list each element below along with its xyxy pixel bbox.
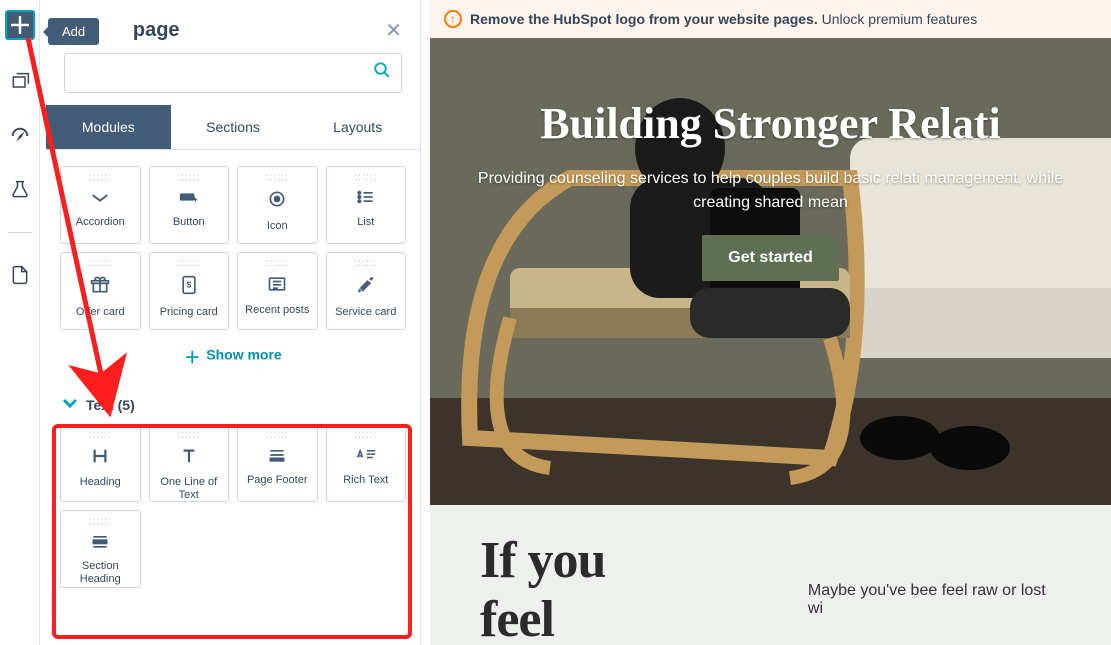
- module-label: Icon: [263, 220, 292, 233]
- chevron-down-icon: [89, 189, 111, 210]
- group-title: Text (5): [86, 397, 135, 413]
- module-accordion[interactable]: :::::: Accordion: [60, 166, 141, 244]
- module-button[interactable]: :::::: Button: [149, 166, 230, 244]
- hero-title: Building Stronger Relati: [470, 98, 1071, 149]
- layers-icon[interactable]: [8, 70, 32, 94]
- module-label: List: [353, 216, 378, 229]
- arrow-up-icon: ↑: [444, 10, 462, 28]
- hero-content: Building Stronger Relati Providing couns…: [430, 98, 1111, 281]
- module-label: Recent posts: [241, 304, 313, 317]
- upgrade-banner[interactable]: ↑ Remove the HubSpot logo from your webs…: [430, 0, 1111, 38]
- show-more-label: Show more: [206, 347, 281, 363]
- content-section: If you feel Maybe you've bee feel raw or…: [430, 505, 1111, 645]
- target-icon: [267, 189, 287, 214]
- rail-divider: [8, 232, 32, 233]
- module-one-line[interactable]: :::::: One Line of Text: [149, 424, 230, 502]
- svg-text:$: $: [186, 280, 191, 290]
- module-pricing-card[interactable]: :::::: $ Pricing card: [149, 252, 230, 330]
- section-body: Maybe you've bee feel raw or lost wi: [808, 582, 1061, 618]
- performance-icon[interactable]: [8, 124, 32, 148]
- heading-icon: [91, 447, 109, 470]
- tab-layouts[interactable]: Layouts: [295, 105, 420, 149]
- module-rich-text[interactable]: :::::: Rich Text: [326, 424, 407, 502]
- module-label: Heading: [76, 476, 125, 489]
- module-offer-card[interactable]: :::::: Offer card: [60, 252, 141, 330]
- gift-icon: [90, 275, 110, 300]
- module-page-footer[interactable]: :::::: Page Footer: [237, 424, 318, 502]
- module-label: One Line of Text: [150, 476, 229, 502]
- grip-icon: ::::::: [266, 431, 289, 441]
- news-icon: [267, 275, 287, 298]
- grip-icon: ::::::: [177, 259, 200, 269]
- module-label: Pricing card: [156, 306, 222, 319]
- grip-icon: ::::::: [89, 259, 112, 269]
- text-icon: [180, 447, 198, 470]
- page-preview: ↑ Remove the HubSpot logo from your webs…: [430, 0, 1111, 645]
- search-input[interactable]: [75, 65, 373, 81]
- rich-text-icon: [355, 447, 377, 468]
- module-label: Button: [169, 216, 209, 229]
- module-icon[interactable]: :::::: Icon: [237, 166, 318, 244]
- search-icon[interactable]: [373, 61, 391, 85]
- hero-section: Building Stronger Relati Providing couns…: [430, 38, 1111, 505]
- module-label: Service card: [331, 306, 400, 319]
- text-group-header[interactable]: Text (5): [62, 396, 406, 414]
- grip-icon: ::::::: [266, 259, 289, 269]
- grip-icon: ::::::: [354, 431, 377, 441]
- grip-icon: ::::::: [177, 431, 200, 441]
- list-icon: [356, 189, 376, 210]
- tab-sections[interactable]: Sections: [171, 105, 296, 149]
- tools-icon: [356, 275, 376, 300]
- panel-tabs: Modules Sections Layouts: [46, 105, 420, 150]
- file-icon[interactable]: [8, 263, 32, 287]
- tab-modules[interactable]: Modules: [46, 105, 171, 149]
- module-label: Offer card: [72, 306, 129, 319]
- module-section-heading[interactable]: :::::: Section Heading: [60, 510, 141, 588]
- left-rail: [0, 0, 40, 645]
- grip-icon: ::::::: [89, 173, 112, 183]
- grip-icon: ::::::: [266, 173, 289, 183]
- grip-icon: ::::::: [177, 173, 200, 183]
- modules-grid: :::::: Accordion :::::: Button :::::: Ic…: [60, 166, 406, 330]
- section-headline: If you feel: [480, 531, 688, 645]
- search-box[interactable]: [64, 53, 402, 93]
- grip-icon: ::::::: [89, 517, 112, 527]
- section-heading-icon: [90, 533, 110, 554]
- module-list[interactable]: :::::: List: [326, 166, 407, 244]
- button-icon: [178, 189, 200, 210]
- plus-icon: [11, 16, 29, 34]
- footer-icon: [267, 447, 287, 468]
- module-label: Rich Text: [339, 474, 392, 487]
- test-icon[interactable]: [8, 178, 32, 202]
- add-tooltip: Add: [48, 18, 99, 45]
- grip-icon: ::::::: [354, 259, 377, 269]
- module-label: Accordion: [72, 216, 129, 229]
- module-label: Page Footer: [243, 474, 312, 487]
- banner-bold: Remove the HubSpot logo from your websit…: [470, 11, 818, 27]
- module-recent-posts[interactable]: :::::: Recent posts: [237, 252, 318, 330]
- panel-body: :::::: Accordion :::::: Button :::::: Ic…: [46, 150, 420, 625]
- module-heading[interactable]: :::::: Heading: [60, 424, 141, 502]
- hero-cta-button[interactable]: Get started: [702, 235, 838, 281]
- module-label: Section Heading: [61, 560, 140, 586]
- grip-icon: ::::::: [89, 431, 112, 441]
- grip-icon: ::::::: [354, 173, 377, 183]
- hero-subtitle: Providing counseling services to help co…: [470, 167, 1071, 215]
- chevron-down-icon: [62, 396, 78, 414]
- plus-icon: ＋: [184, 350, 200, 367]
- pricing-icon: $: [180, 275, 198, 300]
- add-button[interactable]: [5, 10, 35, 40]
- module-service-card[interactable]: :::::: Service card: [326, 252, 407, 330]
- banner-rest: Unlock premium features: [818, 11, 978, 27]
- close-icon[interactable]: ✕: [385, 18, 402, 43]
- text-modules-grid: :::::: Heading :::::: One Line of Text :…: [60, 424, 406, 588]
- sidebar-panel: Add to page ✕ Modules Sections Layouts :…: [46, 0, 421, 645]
- show-more-button[interactable]: ＋ Show more: [60, 330, 406, 382]
